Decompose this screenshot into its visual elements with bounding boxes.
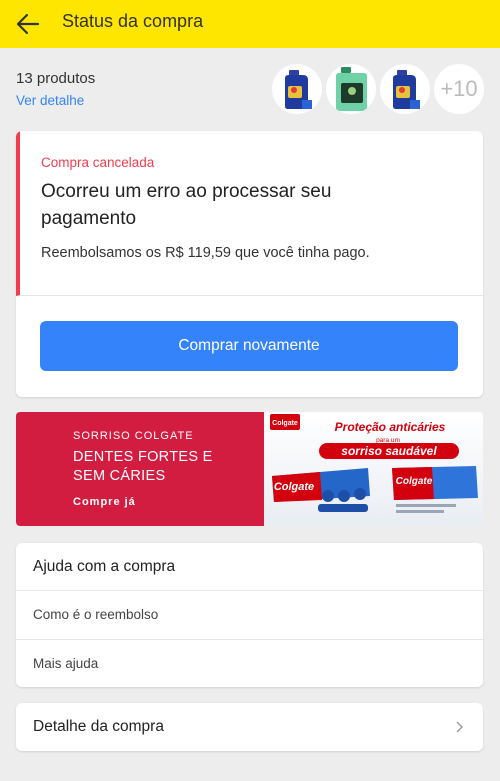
chevron-right-icon [456, 721, 463, 733]
product-thumb-gallon[interactable] [326, 64, 376, 114]
help-item-more[interactable]: Mais ajuda [16, 639, 483, 687]
brand-logo-tube1: Colgate [274, 481, 314, 493]
help-item-refund[interactable]: Como é o reembolso [16, 591, 483, 639]
see-detail-link[interactable]: Ver detalhe [16, 93, 95, 108]
product-thumbnails[interactable]: +10 [268, 64, 484, 114]
purchase-detail-label: Detalhe da compra [33, 718, 164, 735]
brand-logo-tube2: Colgate [396, 476, 433, 487]
banner-kicker: SORRISO COLGATE [73, 430, 194, 442]
products-summary: 13 produtos Ver detalhe [16, 70, 95, 108]
product-thumb-detergent[interactable] [272, 64, 322, 114]
purchase-help-card: Ajuda com a compra Como é o reembolso Ma… [16, 543, 483, 687]
toothpaste-promo-image: Colgate Proteção anticáries para um sorr… [264, 412, 483, 526]
detergent-bottle-icon [285, 70, 312, 109]
banner-title-line2: SEM CÁRIES [73, 468, 166, 484]
help-title: Ajuda com a compra [16, 543, 483, 591]
more-products-counter[interactable]: +10 [434, 64, 484, 114]
banner-title: DENTES FORTES E SEM CÁRIES [73, 448, 264, 486]
banner-title-line1: DENTES FORTES E [73, 449, 213, 465]
buy-again-button[interactable]: Comprar novamente [40, 321, 458, 371]
products-count: 13 produtos [16, 70, 96, 87]
page-title: Status da compra [62, 11, 204, 31]
promo-line2: para um [376, 437, 400, 444]
brand-logo-small: Colgate [272, 420, 298, 427]
order-status-card: Compra cancelada Ocorreu um erro ao proc… [16, 131, 483, 397]
app-bar: Status da compra [0, 0, 500, 48]
refund-message: Reembolsamos os R$ 119,59 que você tinha… [41, 245, 370, 261]
status-label: Compra cancelada [41, 155, 155, 170]
back-arrow-icon[interactable] [14, 10, 42, 38]
banner-copy: SORRISO COLGATE DENTES FORTES E SEM CÁRI… [16, 412, 264, 526]
colgate-ad-banner[interactable]: SORRISO COLGATE DENTES FORTES E SEM CÁRI… [16, 412, 483, 526]
product-thumb-detergent-2[interactable] [380, 64, 430, 114]
gallon-jug-icon [336, 67, 367, 111]
purchase-detail-row[interactable]: Detalhe da compra [16, 703, 483, 751]
banner-cta[interactable]: Compre já [73, 496, 264, 508]
promo-line1: Proteção anticáries [335, 420, 446, 434]
order-status-body: Compra cancelada Ocorreu um erro ao proc… [16, 131, 483, 296]
error-headline: Ocorreu um erro ao processar seu pagamen… [41, 181, 332, 229]
detergent-bottle-icon [393, 70, 420, 109]
promo-line3: sorriso saudável [341, 444, 437, 458]
banner-image: Colgate Proteção anticáries para um sorr… [264, 412, 483, 526]
